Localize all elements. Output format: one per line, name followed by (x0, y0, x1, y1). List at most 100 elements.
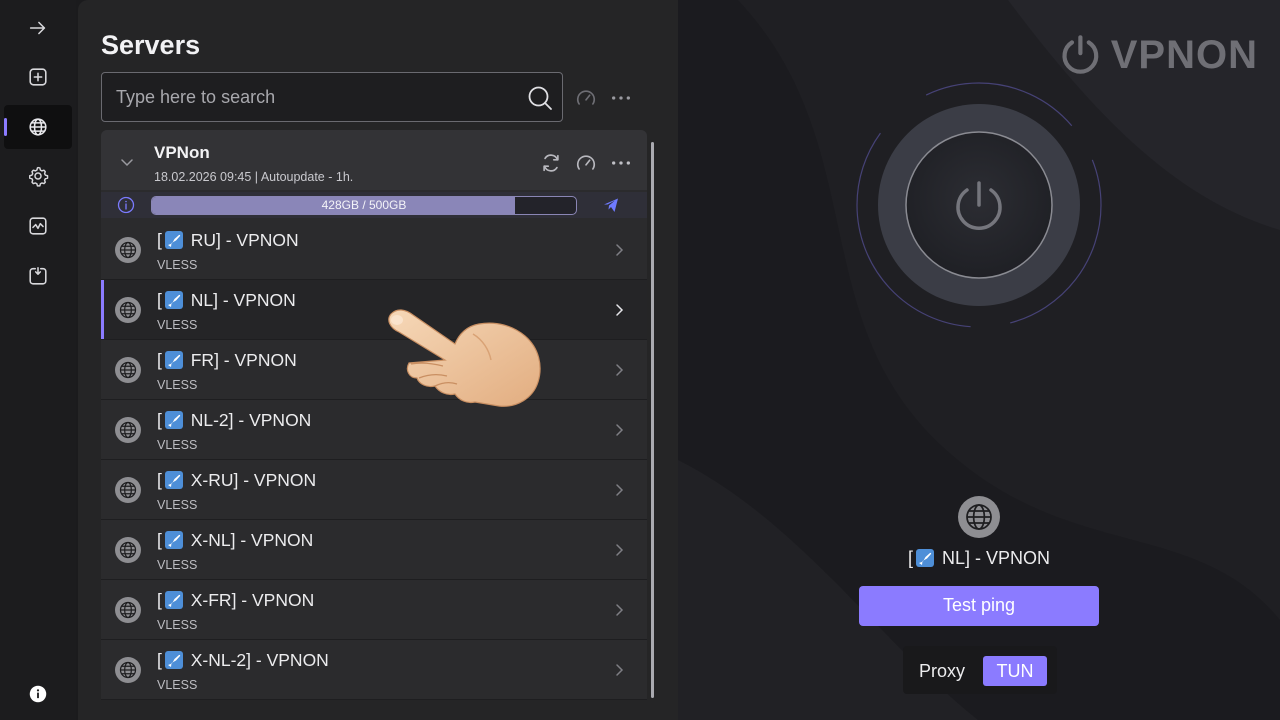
connection-panel: VPNON [ NL] - VPNON Test ping Proxy TUN (678, 0, 1280, 720)
server-name: [ FR] - VPNON (157, 350, 297, 370)
rail-add-button[interactable] (4, 55, 72, 99)
globe-icon (115, 537, 141, 563)
group-name: VPNon (154, 143, 210, 162)
server-row[interactable]: [ NL] - VPNON VLESS (101, 280, 647, 340)
globe-icon (29, 118, 47, 136)
globe-icon (115, 357, 141, 383)
arrow-right-icon (29, 21, 46, 35)
rail-collapse-button[interactable] (4, 6, 72, 50)
server-row[interactable]: [ X-NL-2] - VPNON VLESS (101, 640, 647, 700)
server-row[interactable]: [ NL-2] - VPNON VLESS (101, 400, 647, 460)
server-name: [ NL] - VPNON (157, 290, 296, 310)
server-name: [ X-NL-2] - VPNON (157, 650, 329, 670)
server-name: [ RU] - VPNON (157, 230, 299, 250)
mode-proxy-button[interactable]: Proxy (913, 656, 971, 686)
globe-icon (115, 477, 141, 503)
airplane-emoji-icon (164, 291, 183, 309)
logo-text: VPNON (1110, 32, 1258, 77)
refresh-icon[interactable] (540, 152, 562, 174)
server-protocol: VLESS (157, 498, 198, 512)
server-protocol: VLESS (157, 378, 198, 392)
traffic-progress-label: 428GB / 500GB (321, 198, 407, 212)
server-protocol: VLESS (157, 258, 198, 272)
server-name: [ NL-2] - VPNON (157, 410, 312, 430)
server-row[interactable]: [ X-RU] - VPNON VLESS (101, 460, 647, 520)
server-name: [ X-RU] - VPNON (157, 470, 317, 490)
scrollbar[interactable] (651, 142, 654, 698)
server-protocol: VLESS (157, 678, 198, 692)
info-circle-icon[interactable] (117, 196, 135, 214)
airplane-emoji-icon (164, 471, 183, 489)
telegram-send-icon[interactable] (602, 196, 620, 214)
rail-servers-button[interactable] (4, 105, 72, 149)
more-dots-icon[interactable] (610, 152, 632, 174)
page-title: Servers (101, 30, 201, 60)
globe-icon (115, 237, 141, 263)
search-box[interactable] (101, 72, 563, 122)
rail-stats-button[interactable] (4, 204, 72, 248)
plus-square-icon (29, 68, 47, 86)
server-row[interactable]: [ X-FR] - VPNON VLESS (101, 580, 647, 640)
pointing-hand-icon (388, 309, 541, 407)
speedometer-icon (576, 90, 596, 105)
group-header[interactable]: VPNon 18.02.2026 09:45 | Autoupdate - 1h… (101, 130, 647, 190)
search-input[interactable] (102, 73, 562, 121)
airplane-emoji-icon (164, 531, 183, 549)
selected-server-name: [ NL] - VPNON (907, 548, 1051, 568)
globe-icon (115, 417, 141, 443)
chevron-right-icon[interactable] (611, 362, 627, 378)
rail-import-button[interactable] (4, 254, 72, 298)
search-icon[interactable] (526, 84, 554, 112)
server-protocol: VLESS (157, 558, 198, 572)
airplane-emoji-icon (164, 591, 183, 609)
server-protocol: VLESS (157, 318, 198, 332)
import-box-icon (29, 266, 47, 285)
airplane-emoji-icon (164, 231, 183, 249)
server-name: [ X-FR] - VPNON (157, 590, 315, 610)
server-protocol: VLESS (157, 618, 198, 632)
rail-settings-button[interactable] (4, 154, 72, 198)
globe-icon (115, 657, 141, 683)
chevron-right-icon[interactable] (611, 542, 627, 558)
mode-switch: Proxy TUN (903, 646, 1057, 694)
subscription-group: VPNon 18.02.2026 09:45 | Autoupdate - 1h… (101, 130, 647, 700)
server-list: [ RU] - VPNON VLESS[ NL] - VPNON VLESS[ FR… (101, 220, 647, 700)
chevron-right-icon[interactable] (611, 302, 627, 318)
globe-icon (115, 597, 141, 623)
mode-tun-button[interactable]: TUN (983, 656, 1047, 686)
airplane-emoji-icon (164, 651, 183, 669)
chevron-right-icon[interactable] (611, 242, 627, 258)
traffic-progress-bar: 428GB / 500GB (151, 196, 577, 215)
chevron-right-icon[interactable] (611, 422, 627, 438)
gear-icon (29, 166, 49, 187)
rail-info-button[interactable] (4, 672, 72, 716)
server-row[interactable]: [ RU] - VPNON VLESS (101, 220, 647, 280)
speedometer-icon[interactable] (575, 152, 597, 174)
info-icon (29, 685, 47, 703)
navigation-rail (0, 0, 76, 720)
speed-test-button[interactable] (574, 86, 598, 110)
power-icon (1062, 35, 1099, 74)
vpnon-logo: VPNON (1058, 30, 1258, 80)
servers-panel: Servers VPNon 18.02.2026 09:45 | Autoupd… (78, 0, 678, 720)
power-toggle[interactable] (854, 80, 1104, 330)
globe-icon (115, 297, 141, 323)
airplane-emoji-icon (915, 549, 934, 567)
selected-server-globe-icon (958, 496, 1000, 538)
chevron-down-icon[interactable] (119, 154, 135, 170)
server-row[interactable]: [ X-NL] - VPNON VLESS (101, 520, 647, 580)
server-row[interactable]: [ FR] - VPNON VLESS (101, 340, 647, 400)
chevron-right-icon[interactable] (611, 602, 627, 618)
airplane-emoji-icon (164, 411, 183, 429)
group-update-info: 18.02.2026 09:45 | Autoupdate - 1h. (154, 170, 354, 184)
server-protocol: VLESS (157, 438, 198, 452)
connect-power-button[interactable] (854, 80, 1104, 330)
activity-chart-icon (29, 217, 47, 235)
more-options-button[interactable] (609, 86, 633, 110)
airplane-emoji-icon (164, 351, 183, 369)
chevron-right-icon[interactable] (611, 662, 627, 678)
chevron-right-icon[interactable] (611, 482, 627, 498)
server-name: [ X-NL] - VPNON (157, 530, 314, 550)
traffic-usage: 428GB / 500GB (101, 192, 647, 218)
test-ping-button[interactable]: Test ping (859, 586, 1099, 626)
